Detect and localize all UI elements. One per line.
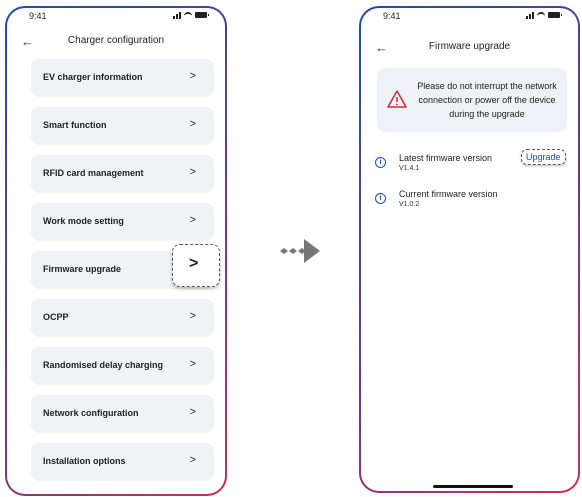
chevron-right-icon: >: [189, 358, 196, 370]
menu-item-label: EV charger information: [43, 72, 143, 82]
signal-icon: [526, 11, 534, 19]
status-time: 9:41: [383, 11, 401, 21]
firmware-upgrade-chevron-highlight[interactable]: >: [172, 244, 220, 287]
chevron-right-icon: >: [189, 214, 196, 226]
menu-item-label: Randomised delay charging: [43, 360, 164, 370]
chevron-right-icon: >: [189, 70, 196, 82]
status-time: 9:41: [29, 11, 47, 21]
latest-firmware-label: Latest firmware version: [399, 153, 493, 163]
page-title: Firmware upgrade: [428, 41, 511, 52]
warning-text: Please do not interrupt the network conn…: [417, 81, 557, 119]
menu-item-smart-function[interactable]: Smart function >: [31, 107, 214, 145]
wifi-icon: [184, 12, 192, 18]
warning-triangle-icon: [387, 90, 407, 108]
home-indicator: [433, 485, 513, 488]
menu-item-work-mode-setting[interactable]: Work mode setting >: [31, 203, 214, 241]
menu-item-label: Firmware upgrade: [43, 264, 122, 274]
menu-item-label: OCPP: [43, 312, 69, 322]
info-icon: i: [375, 193, 386, 204]
menu-item-label: Installation options: [43, 456, 126, 466]
chevron-right-icon: >: [189, 454, 196, 466]
chevron-right-icon: >: [189, 118, 196, 130]
transition-arrow-icon: [280, 239, 320, 263]
wifi-icon: [537, 12, 545, 18]
menu-item-label: Work mode setting: [43, 216, 124, 226]
chevron-right-icon: >: [189, 255, 199, 272]
current-firmware-label: Current firmware version: [399, 189, 498, 199]
top-bar: ← Firmware upgrade: [361, 38, 578, 58]
chevron-right-icon: >: [189, 406, 196, 418]
menu-item-randomised-delay-charging[interactable]: Randomised delay charging >: [31, 347, 214, 385]
menu-item-network-configuration[interactable]: Network configuration >: [31, 395, 214, 433]
warning-banner: Please do not interrupt the network conn…: [377, 68, 567, 132]
battery-icon: [195, 12, 209, 18]
menu-item-ocpp[interactable]: OCPP >: [31, 299, 214, 337]
firmware-upgrade-screen: 9:41 ← Firmware upgrade Please do not in…: [359, 6, 580, 493]
status-icons: [526, 11, 562, 19]
menu-item-label: Network configuration: [43, 408, 139, 418]
signal-icon: [173, 11, 181, 19]
info-icon: i: [375, 157, 386, 168]
latest-firmware-version: V1.4.1: [399, 165, 420, 172]
current-firmware-version: V1.0.2: [399, 201, 420, 208]
upgrade-button[interactable]: Upgrade: [521, 149, 566, 165]
status-bar: 9:41: [361, 10, 578, 24]
page-title: Charger configuration: [67, 35, 165, 46]
menu-item-label: RFID card management: [43, 168, 144, 178]
menu-item-label: Smart function: [43, 120, 107, 130]
chevron-right-icon: >: [189, 166, 196, 178]
menu-item-rfid-card-management[interactable]: RFID card management >: [31, 155, 214, 193]
menu-item-installation-options[interactable]: Installation options >: [31, 443, 214, 481]
status-icons: [173, 11, 209, 19]
battery-icon: [548, 12, 562, 18]
top-bar: ← Charger configuration: [7, 32, 225, 52]
status-bar: 9:41: [7, 10, 225, 24]
menu-item-ev-charger-information[interactable]: EV charger information >: [31, 59, 214, 97]
chevron-right-icon: >: [189, 310, 196, 322]
